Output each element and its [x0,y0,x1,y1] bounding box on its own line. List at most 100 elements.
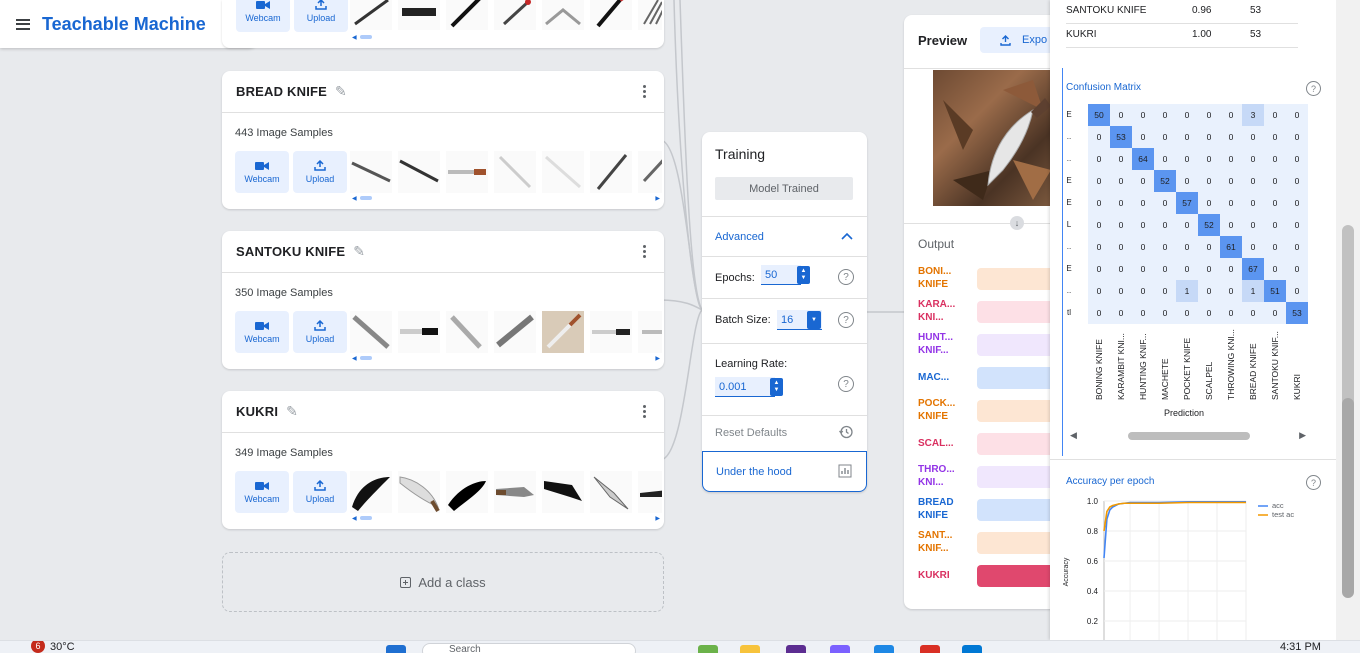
sample-thumbnail[interactable] [494,151,536,193]
horizontal-scrollbar[interactable]: ◀ ▶ [1070,430,1306,441]
sample-thumbnail[interactable] [494,471,536,513]
help-icon[interactable]: ? [838,376,854,392]
sample-thumbnail[interactable] [446,311,488,353]
sample-thumbnail[interactable] [446,471,488,513]
webcam-button[interactable]: Webcam [235,151,289,193]
epochs-stepper[interactable]: ▲ ▼ [797,266,810,284]
sample-thumbnail[interactable] [398,0,440,30]
cm-cell: 0 [1264,148,1286,170]
hamburger-menu-icon[interactable] [16,18,30,30]
chevron-up-icon [841,232,853,240]
sample-thumbnail[interactable] [398,471,440,513]
chrome-icon[interactable] [920,645,940,653]
reset-defaults-button[interactable]: Reset Defaults [715,427,787,439]
sample-thumbnail[interactable] [446,0,488,30]
page-scrollbar[interactable] [1336,0,1360,640]
cm-cell: 0 [1088,170,1110,192]
arrow-down-icon[interactable]: ↓ [1010,216,1024,230]
sample-thumbnail[interactable] [542,0,584,30]
weather[interactable]: 30°C [50,641,75,653]
cm-cell: 0 [1154,280,1176,302]
sample-thumbnail[interactable] [350,471,392,513]
sample-thumbnail[interactable] [638,471,662,513]
upload-button[interactable]: Upload [293,471,347,513]
sample-thumbnail[interactable] [494,311,536,353]
help-icon[interactable]: ? [1306,81,1321,96]
sample-thumbnail[interactable] [590,471,632,513]
more-options-icon[interactable] [643,85,646,98]
start-icon[interactable] [386,645,406,653]
sample-thumbnail[interactable] [638,151,662,193]
epochs-input[interactable]: 50 [761,265,801,285]
sample-thumbnail[interactable] [350,311,392,353]
confidence-bar [977,499,1054,521]
chevron-down-icon[interactable]: ▼ [807,311,821,329]
cm-col-label: THROWING KNI... [1226,329,1236,400]
cm-cell: 0 [1242,236,1264,258]
pencil-icon[interactable]: ✎ [286,403,298,420]
taskbar-search[interactable]: Search [422,643,636,653]
upload-button[interactable]: Upload [294,0,348,32]
reset-defaults-row[interactable]: Reset Defaults [702,415,867,451]
sample-thumbnail[interactable] [350,151,392,193]
output-row: KARA... KNI... [918,298,1054,328]
app-icon[interactable] [874,645,894,653]
pencil-icon[interactable]: ✎ [335,83,347,100]
output-label: KARA... KNI... [918,299,956,323]
class-name[interactable]: KUKRI [236,404,278,419]
cm-cell: 0 [1088,148,1110,170]
help-icon[interactable]: ? [838,269,854,285]
more-options-icon[interactable] [643,245,646,258]
app-icon[interactable] [698,645,718,653]
sample-thumbnail[interactable] [350,0,392,30]
cm-cell: 0 [1264,104,1286,126]
history-icon [839,425,853,439]
cm-cell: 0 [1286,214,1308,236]
help-icon[interactable]: ? [838,312,854,328]
help-icon[interactable]: ? [1306,475,1321,490]
thumbnail-scrollbar[interactable]: ◀ ▶ [352,355,660,362]
thumbnail-scrollbar[interactable]: ◀ ▶ [352,195,660,202]
thumbnail-scrollbar[interactable]: ◀ [352,34,660,41]
more-options-icon[interactable] [643,405,646,418]
learning-rate-input[interactable]: 0.001 [715,377,775,397]
webcam-button[interactable]: Webcam [235,311,289,353]
sample-thumbnail[interactable] [590,311,632,353]
folder-icon[interactable] [740,645,760,653]
cm-cell: 61 [1220,236,1242,258]
sample-thumbnail[interactable] [398,311,440,353]
sample-thumbnail[interactable] [494,0,536,30]
advanced-toggle[interactable]: Advanced [702,216,867,256]
sample-thumbnail[interactable] [638,0,662,30]
app-icon[interactable] [786,645,806,653]
train-model-button[interactable]: Model Trained [715,177,853,200]
vscode-icon[interactable] [962,645,982,653]
export-model-button[interactable]: Expo [980,27,1054,53]
sample-thumbnail[interactable] [398,151,440,193]
cm-cell: 0 [1198,104,1220,126]
sample-thumbnail[interactable] [638,311,662,353]
cm-cell: 52 [1198,214,1220,236]
webcam-button[interactable]: Webcam [236,0,290,32]
class-name[interactable]: SANTOKU KNIFE [236,244,345,259]
y-axis-label: Accuracy [1063,557,1070,586]
upload-button[interactable]: Upload [293,151,347,193]
sample-thumbnail[interactable] [542,471,584,513]
thumbnail-scrollbar[interactable]: ◀ ▶ [352,515,660,522]
app-icon[interactable] [830,645,850,653]
webcam-button[interactable]: Webcam [235,471,289,513]
pencil-icon[interactable]: ✎ [353,243,365,260]
under-the-hood-button[interactable]: Under the hood [702,451,867,492]
sample-thumbnail[interactable] [590,151,632,193]
sample-thumbnail[interactable] [542,151,584,193]
sample-thumbnail[interactable] [590,0,632,30]
class-name[interactable]: BREAD KNIFE [236,84,327,99]
app-title[interactable]: Teachable Machine [42,14,206,35]
upload-button[interactable]: Upload [293,311,347,353]
add-class-button[interactable]: Add a class [222,552,664,612]
confidence-bar [977,565,1054,587]
cm-cell: 0 [1264,236,1286,258]
sample-thumbnail[interactable] [446,151,488,193]
learning-rate-stepper[interactable]: ▲ ▼ [770,378,783,396]
sample-thumbnail[interactable] [542,311,584,353]
